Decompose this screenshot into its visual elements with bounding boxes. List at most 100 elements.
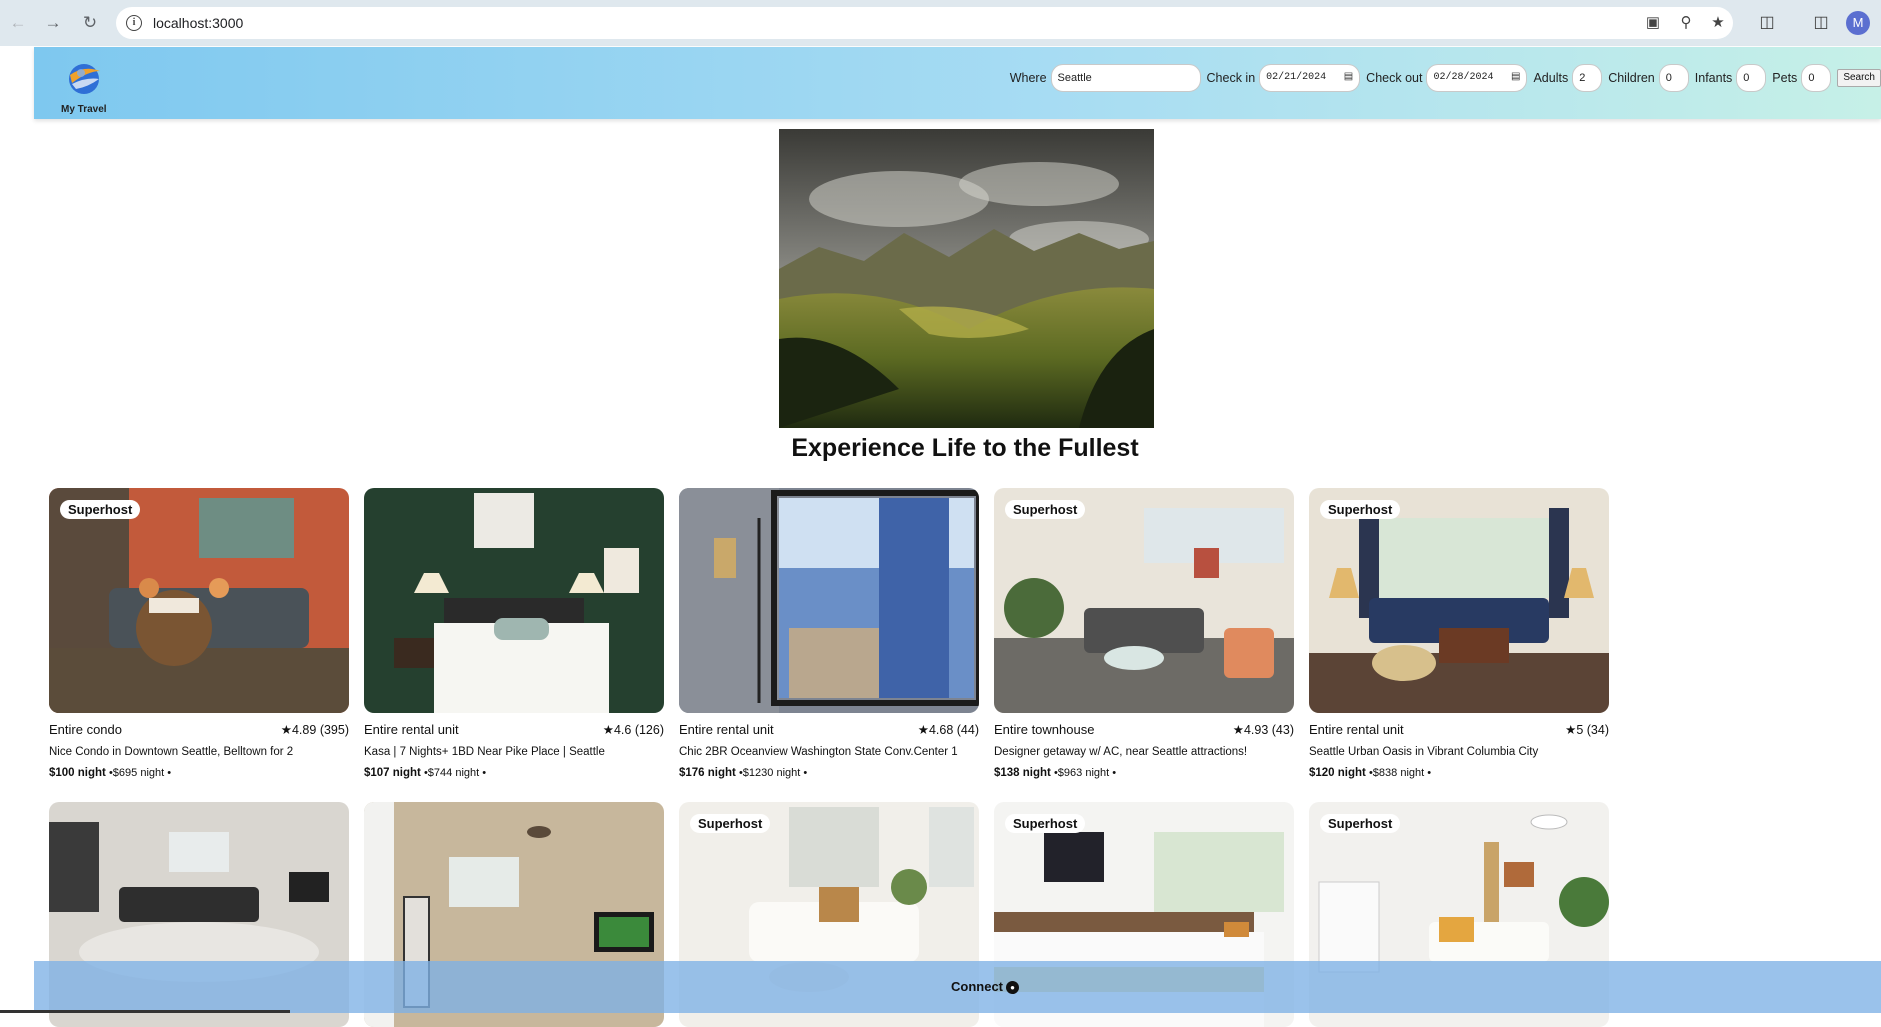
side-panel-icon[interactable]: ◫: [1809, 11, 1833, 35]
city-view-photo: [679, 488, 979, 713]
total-price: •$695 night •: [108, 767, 172, 779]
children-label: Children: [1608, 71, 1655, 85]
rating-value: 4.89: [291, 723, 317, 737]
listing-card[interactable]: Superhost Entire rental unit ★5 (34) Sea…: [1309, 488, 1609, 779]
nightly-price: $120 night: [1309, 767, 1366, 779]
zoom-icon[interactable]: ⚲: [1677, 15, 1695, 31]
listing-type: Entire rental unit: [1309, 722, 1404, 737]
listing-type: Entire rental unit: [364, 722, 459, 737]
townhouse-living-room-photo: [994, 488, 1294, 713]
listing-title[interactable]: Seattle Urban Oasis in Vibrant Columbia …: [1309, 746, 1609, 758]
listing-title[interactable]: Designer getaway w/ AC, near Seattle att…: [994, 746, 1294, 758]
hero-title: Experience Life to the Fullest: [791, 434, 1139, 462]
superhost-badge: Superhost: [1005, 814, 1086, 833]
rating-value: 4.68: [928, 723, 954, 737]
star-icon: ★: [917, 723, 929, 737]
nightly-price: $176 night: [679, 767, 736, 779]
infants-label: Infants: [1694, 71, 1733, 85]
pets-input[interactable]: 0: [1801, 64, 1832, 92]
reload-icon[interactable]: ↻: [78, 11, 102, 35]
site-info-icon[interactable]: i: [126, 15, 142, 31]
calendar-icon[interactable]: ▤: [1511, 65, 1520, 91]
rating-value: 4.93: [1243, 723, 1269, 737]
address-bar[interactable]: i localhost:3000 ▣ ⚲ ★: [116, 7, 1733, 39]
listing-card[interactable]: Superhost Entire condo ★4.89 (395) Nice …: [49, 488, 349, 779]
listing-photo[interactable]: [364, 488, 664, 713]
connect-link[interactable]: Connect ●: [951, 979, 1019, 994]
total-price: •$963 night •: [1053, 767, 1117, 779]
checkin-date-input[interactable]: 02/21/2024 ▤: [1259, 64, 1361, 92]
url-text[interactable]: localhost:3000: [153, 15, 243, 31]
search-form: Where Seattle Check in 02/21/2024 ▤ Chec…: [1004, 64, 1881, 92]
review-count: (395): [319, 723, 349, 737]
listing-price: $120 night •$838 night •: [1309, 767, 1609, 779]
checkin-date-value: 02/21/2024: [1266, 72, 1327, 83]
where-label: Where: [1009, 71, 1047, 85]
listing-photo[interactable]: Superhost: [49, 488, 349, 713]
listing-price: $100 night •$695 night •: [49, 767, 349, 779]
search-button[interactable]: Search: [1837, 69, 1881, 87]
listing-type: Entire rental unit: [679, 722, 774, 737]
bedroom-photo: [364, 488, 664, 713]
globe-logo-icon[interactable]: [64, 57, 104, 97]
total-price: •$744 night •: [423, 767, 487, 779]
mountain-valley-image: [779, 129, 1154, 428]
where-input[interactable]: Seattle: [1050, 64, 1201, 92]
living-room-photo: [49, 488, 349, 713]
install-app-icon[interactable]: ▣: [1644, 15, 1662, 31]
app-header: My Travel Where Seattle Check in 02/21/2…: [34, 47, 1881, 119]
hero-image: [779, 129, 1154, 428]
listing-card[interactable]: Entire rental unit ★4.6 (126) Kasa | 7 N…: [364, 488, 664, 779]
forward-icon[interactable]: →: [41, 11, 65, 35]
listing-title[interactable]: Kasa | 7 Nights+ 1BD Near Pike Place | S…: [364, 746, 664, 758]
profile-avatar[interactable]: M: [1846, 11, 1870, 35]
superhost-badge: Superhost: [1005, 500, 1086, 519]
connect-label: Connect: [951, 979, 1003, 994]
infants-input[interactable]: 0: [1736, 64, 1767, 92]
total-price: •$1230 night •: [738, 767, 808, 779]
pets-label: Pets: [1772, 71, 1798, 85]
bookmark-star-icon[interactable]: ★: [1709, 15, 1727, 31]
rating-value: 5: [1576, 723, 1584, 737]
review-count: (43): [1271, 723, 1294, 737]
checkout-date-value: 02/28/2024: [1433, 72, 1494, 83]
listing-title[interactable]: Chic 2BR Oceanview Washington State Conv…: [679, 746, 979, 758]
browser-toolbar: ← → ↻ i localhost:3000 ▣ ⚲ ★ ◫ ◫ M: [0, 0, 1881, 46]
star-icon: ★: [1565, 723, 1577, 737]
listing-type: Entire condo: [49, 722, 122, 737]
listing-rating: ★5 (34): [1565, 722, 1609, 737]
listing-photo[interactable]: Superhost: [1309, 488, 1609, 713]
nightly-price: $138 night: [994, 767, 1051, 779]
back-icon[interactable]: ←: [6, 11, 30, 35]
superhost-badge: Superhost: [690, 814, 771, 833]
calendar-icon[interactable]: ▤: [1344, 65, 1353, 91]
children-input[interactable]: 0: [1658, 64, 1689, 92]
nightly-price: $100 night: [49, 767, 106, 779]
checkout-label: Check out: [1366, 71, 1423, 85]
star-icon: ★: [1232, 723, 1244, 737]
nightly-price: $107 night: [364, 767, 421, 779]
listing-photo[interactable]: [679, 488, 979, 713]
superhost-badge: Superhost: [1320, 500, 1401, 519]
listing-title[interactable]: Nice Condo in Downtown Seattle, Belltown…: [49, 746, 349, 758]
github-icon[interactable]: ●: [1006, 981, 1019, 994]
listing-type: Entire townhouse: [994, 722, 1095, 737]
listing-rating: ★4.93 (43): [1233, 722, 1294, 737]
star-icon: ★: [280, 723, 292, 737]
review-count: (44): [956, 723, 979, 737]
listing-rating: ★4.6 (126): [603, 722, 664, 737]
adults-label: Adults: [1533, 71, 1569, 85]
listing-card[interactable]: Superhost Entire townhouse ★4.93 (43) De…: [994, 488, 1294, 779]
superhost-badge: Superhost: [1320, 814, 1401, 833]
listing-price: $176 night •$1230 night •: [679, 767, 979, 779]
superhost-badge: Superhost: [60, 500, 141, 519]
adults-input[interactable]: 2: [1572, 64, 1603, 92]
rating-value: 4.6: [613, 723, 632, 737]
listing-photo[interactable]: Superhost: [994, 488, 1294, 713]
checkout-date-input[interactable]: 02/28/2024 ▤: [1426, 64, 1528, 92]
footer: Connect ●: [34, 961, 1881, 1013]
logo-text: My Travel: [61, 104, 107, 115]
listing-card[interactable]: Entire rental unit ★4.68 (44) Chic 2BR O…: [679, 488, 979, 779]
extensions-icon[interactable]: ◫: [1755, 11, 1779, 35]
listing-price: $107 night •$744 night •: [364, 767, 664, 779]
